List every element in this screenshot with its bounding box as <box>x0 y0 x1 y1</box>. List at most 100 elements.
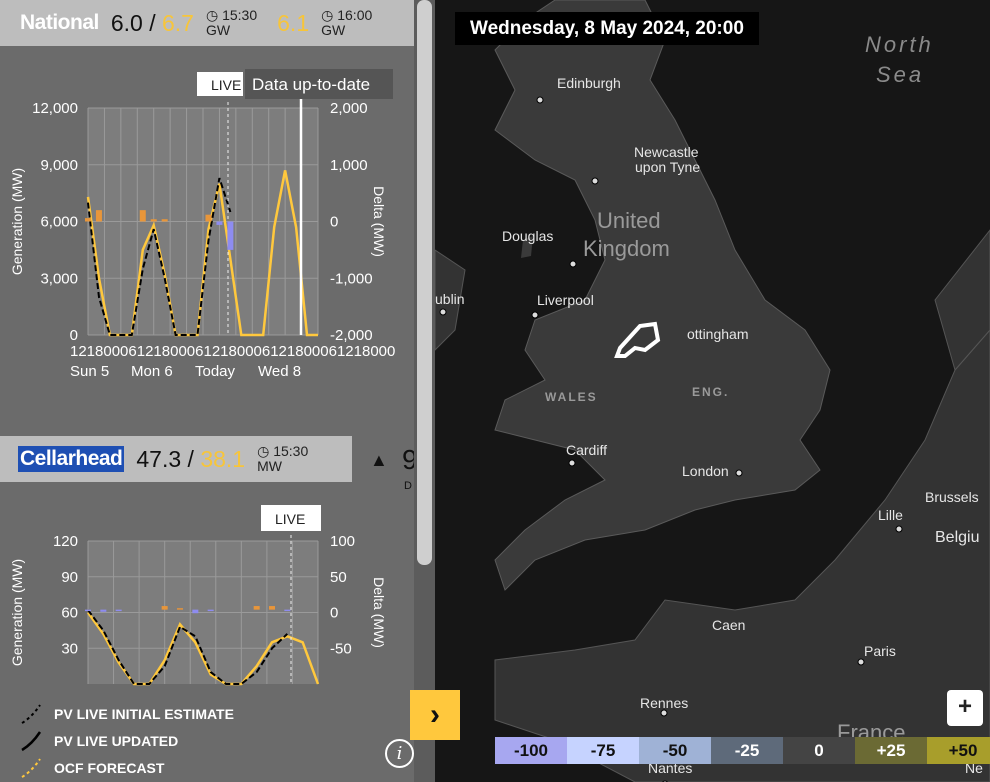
national-forecast: 6.7 <box>162 9 194 36</box>
delta-bar <box>161 606 168 610</box>
y-tick-label: 60 <box>61 605 78 622</box>
delta-bar <box>85 218 91 222</box>
map-canvas[interactable]: North Sea Edinburgh Newcastleupon Tyne Unite… <box>435 0 990 782</box>
national-pv-value: 6.0 / 6.7 <box>111 10 194 37</box>
y2-tick-label: -1,000 <box>330 270 373 287</box>
live-badge-label: LIVE <box>211 77 241 93</box>
city-dot <box>857 658 865 666</box>
map-label: ottingham <box>687 326 748 342</box>
cellarhead-separator: / <box>187 445 194 472</box>
legend-initial-label: PV LIVE INITIAL ESTIMATE <box>54 705 234 722</box>
delta-bar <box>207 609 214 612</box>
delta-bar <box>192 609 199 614</box>
delta-unit: D <box>404 480 412 492</box>
sidebar: National 6.0 / 6.7 15:30 GW 6.1 16:00 GW… <box>0 0 435 782</box>
national-next-forecast: 6.1 <box>277 9 310 36</box>
scale-swatch: 0 <box>783 737 855 764</box>
city-dot <box>531 311 539 319</box>
map-label: ENG. <box>692 385 729 399</box>
delta-bar <box>177 608 183 610</box>
y2-axis-label: Delta (MW) <box>371 577 387 648</box>
legend-forecast: OCF FORECAST <box>20 754 380 781</box>
delta-bar <box>269 606 275 610</box>
y2-tick-label: 2,000 <box>330 100 368 117</box>
scale-swatch: -75 <box>567 737 639 764</box>
cellarhead-pv-value: 47.3 / 38.1 <box>136 446 245 473</box>
cellarhead-chart[interactable]: 120 90 60 30 100 50 0 -50 Generation (MW) Delta (… <box>0 494 414 694</box>
zoom-in-button[interactable]: + <box>947 690 983 726</box>
legend-updated-label: PV LIVE UPDATED <box>54 732 179 749</box>
y-axis-label: Generation (MW) <box>9 559 25 666</box>
map-label: Rennes <box>640 695 688 711</box>
map-label: London <box>682 463 729 479</box>
scale-swatch: -50 <box>639 737 711 764</box>
delta-bar <box>161 219 168 222</box>
cellarhead-forecast: 38.1 <box>200 445 246 472</box>
city-dot <box>569 260 577 268</box>
status-tooltip-text: Data up-to-date <box>252 75 370 94</box>
delta-bar <box>205 214 212 222</box>
legend-forecast-label: OCF FORECAST <box>54 759 165 776</box>
delta-bar <box>150 219 157 222</box>
delta-bar <box>284 609 291 612</box>
city-dot <box>591 177 599 185</box>
city-dot <box>660 709 668 717</box>
city-dot <box>735 469 743 477</box>
y-tick-label: 6,000 <box>40 214 78 231</box>
scale-swatch: +25 <box>855 737 927 764</box>
national-chart[interactable]: 12,000 9,000 6,000 3,000 0 2,000 1,000 0 -1,000 -… <box>0 46 414 436</box>
y2-tick-label: 0 <box>330 214 338 231</box>
cellarhead-unit: MW <box>257 458 282 474</box>
delta-bar <box>115 609 122 612</box>
scrollbar-thumb[interactable] <box>417 0 432 565</box>
y2-tick-label: 1,000 <box>330 157 368 174</box>
national-actual: 6.0 <box>110 9 143 36</box>
collapse-panel-button[interactable]: › <box>410 690 460 740</box>
map-label: Edinburgh <box>557 75 621 91</box>
x-day-label: Sun 5 <box>70 363 109 380</box>
map-label: Brussels <box>925 489 979 505</box>
solid-line-icon <box>21 730 42 751</box>
delta-bar <box>85 609 91 612</box>
map-label: Newcastle <box>634 144 699 160</box>
y2-tick-label: 100 <box>330 533 355 550</box>
x-tick-labels: 121800061218000612180006121800061218000 <box>70 343 395 360</box>
national-separator: / <box>149 9 156 36</box>
app-root: North Sea Edinburgh Newcastle upon Tyne Unite… <box>0 0 990 782</box>
national-title: National <box>20 11 99 34</box>
legend-initial: PV LIVE INITIAL ESTIMATE <box>20 700 380 727</box>
map-label: Cardiff <box>566 442 607 458</box>
map[interactable]: North Sea Edinburgh Newcastle upon Tyne Unite… <box>435 0 990 782</box>
cellarhead-title: Cellarhead <box>18 446 125 472</box>
city-dot <box>439 308 447 316</box>
map-label: upon Tyne <box>635 159 700 175</box>
cellarhead-delta: ▲ 9 D <box>352 436 418 494</box>
map-label: North <box>865 32 934 57</box>
y-tick-label: 120 <box>53 533 78 550</box>
city-dot <box>536 96 544 104</box>
y-tick-label: 3,000 <box>40 270 78 287</box>
map-label: Caen <box>712 617 745 633</box>
map-label: Sea <box>876 62 924 87</box>
info-button[interactable]: i <box>385 739 414 768</box>
delta-up-icon: ▲ <box>370 450 388 470</box>
national-next-time-value: 16:00 <box>321 8 372 23</box>
delta-bar <box>216 221 223 225</box>
chart-legend: PV LIVE INITIAL ESTIMATE PV LIVE UPDATED… <box>20 700 380 781</box>
delta-bar <box>100 609 107 612</box>
map-label: Liverpool <box>537 292 594 308</box>
y-tick-label: 90 <box>61 569 78 586</box>
national-header[interactable]: National 6.0 / 6.7 15:30 GW 6.1 16:00 GW <box>0 0 414 46</box>
cellarhead-header[interactable]: Cellarhead 47.3 / 38.1 15:30 MW <box>0 436 352 482</box>
national-unit: GW <box>205 22 231 38</box>
delta-bar <box>95 210 102 222</box>
map-label: Kingdom <box>583 236 670 261</box>
delta-bar <box>227 221 234 250</box>
national-time: 15:30 GW <box>206 8 257 38</box>
cellarhead-time: 15:30 MW <box>257 444 308 474</box>
live-badge-label: LIVE <box>275 511 305 527</box>
x-day-label: Today <box>195 363 236 380</box>
map-datetime: Wednesday, 8 May 2024, 20:00 <box>455 12 759 45</box>
y2-tick-label: 50 <box>330 569 347 586</box>
dashed-line-icon <box>21 703 41 724</box>
